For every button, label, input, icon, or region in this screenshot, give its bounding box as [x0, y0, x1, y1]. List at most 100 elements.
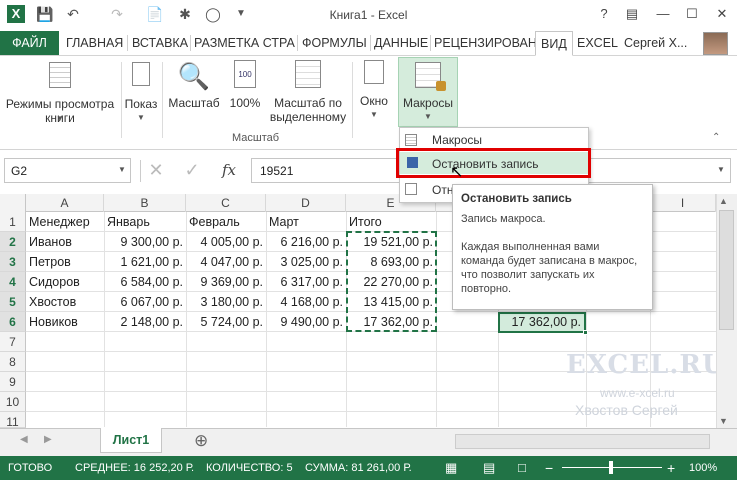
enter-icon[interactable]: ✓: [180, 158, 204, 183]
page-break-view-icon[interactable]: □: [518, 456, 526, 480]
cell-c3[interactable]: 4 047,00 р.: [186, 252, 266, 272]
cell-a6[interactable]: Новиков: [26, 312, 104, 332]
show-button[interactable]: Показ ▼: [124, 62, 158, 132]
maximize-button[interactable]: ☐: [680, 4, 704, 24]
zoom-in-icon[interactable]: +: [667, 456, 675, 480]
row-header-6[interactable]: 6: [0, 312, 26, 332]
status-count: КОЛИЧЕСТВО: 5: [206, 462, 293, 474]
row-header-8[interactable]: 8: [0, 352, 26, 372]
select-all-corner[interactable]: [0, 194, 26, 212]
cell-a1[interactable]: Менеджер: [26, 212, 104, 232]
tab-file[interactable]: ФАЙЛ: [0, 31, 59, 55]
cell-b1[interactable]: Январь: [104, 212, 186, 232]
row-header-5[interactable]: 5: [0, 292, 26, 312]
cell-a2[interactable]: Иванов: [26, 232, 104, 252]
cell-a3[interactable]: Петров: [26, 252, 104, 272]
row-header-2[interactable]: 2: [0, 232, 26, 252]
row-header-7[interactable]: 7: [0, 332, 26, 352]
tab-view[interactable]: ВИД: [535, 31, 573, 56]
insert-function-icon[interactable]: fx: [215, 158, 243, 183]
row-header-9[interactable]: 9: [0, 372, 26, 392]
cell-d1[interactable]: Март: [266, 212, 346, 232]
page-layout-view-icon[interactable]: ▤: [483, 456, 495, 480]
cell-b3[interactable]: 1 621,00 р.: [104, 252, 186, 272]
cell-d6[interactable]: 9 490,00 р.: [266, 312, 346, 332]
tab-excel[interactable]: EXCEL: [574, 31, 621, 55]
ribbon-display-icon[interactable]: ▤: [620, 4, 644, 24]
tooltip-title: Остановить запись: [461, 193, 572, 205]
zoom-to-selection-button[interactable]: Масштаб по выделенному: [268, 60, 348, 130]
cell-a5[interactable]: Хвостов: [26, 292, 104, 312]
zoom-100-button[interactable]: 100 100%: [226, 60, 264, 120]
cell-b6[interactable]: 2 148,00 р.: [104, 312, 186, 332]
scroll-up-icon[interactable]: ▲: [719, 196, 728, 206]
tab-insert[interactable]: ВСТАВКА: [129, 31, 191, 55]
status-average: СРЕДНЕЕ: 16 252,20 Р.: [75, 462, 195, 474]
tab-home[interactable]: ГЛАВНАЯ: [63, 31, 126, 55]
tab-data[interactable]: ДАННЫЕ: [371, 31, 431, 55]
relative-refs-icon: [405, 183, 417, 195]
watermark-author: Хвостов Сергей: [575, 402, 678, 418]
sheet-next-icon[interactable]: ▶: [44, 434, 52, 445]
horizontal-scrollbar[interactable]: [455, 434, 710, 449]
window-icon: [364, 60, 384, 84]
cell-d4[interactable]: 6 317,00 р.: [266, 272, 346, 292]
cell-b4[interactable]: 6 584,00 р.: [104, 272, 186, 292]
row-header-10[interactable]: 10: [0, 392, 26, 412]
cell-b2[interactable]: 9 300,00 р.: [104, 232, 186, 252]
cell-d2[interactable]: 6 216,00 р.: [266, 232, 346, 252]
row-header-1[interactable]: 1: [0, 212, 26, 232]
close-button[interactable]: ✕: [710, 4, 734, 24]
sheet-tab-list1[interactable]: Лист1: [100, 428, 162, 453]
fill-handle[interactable]: [583, 330, 588, 335]
minimize-button[interactable]: —: [651, 4, 675, 24]
cell-d3[interactable]: 3 025,00 р.: [266, 252, 346, 272]
cell-c5[interactable]: 3 180,00 р.: [186, 292, 266, 312]
tooltip-subtitle: Запись макроса.: [461, 213, 546, 225]
tab-page-layout[interactable]: РАЗМЕТКА СТРА: [191, 31, 298, 55]
zoom-button[interactable]: 🔍 Масштаб: [165, 60, 223, 120]
cell-b5[interactable]: 6 067,00 р.: [104, 292, 186, 312]
menu-item-macros[interactable]: Макросы: [432, 133, 482, 147]
cell-c4[interactable]: 9 369,00 р.: [186, 272, 266, 292]
row-header-4[interactable]: 4: [0, 272, 26, 292]
add-sheet-icon[interactable]: ⊕: [194, 431, 208, 451]
scroll-thumb[interactable]: [719, 210, 734, 330]
menu-item-relative[interactable]: Отн: [432, 183, 453, 197]
show-icon: [132, 62, 150, 86]
cell-c2[interactable]: 4 005,00 р.: [186, 232, 266, 252]
name-box[interactable]: G2: [4, 158, 131, 183]
column-header-c[interactable]: C: [186, 194, 266, 212]
column-header-d[interactable]: D: [266, 194, 346, 212]
zoom-100-label: 100%: [229, 96, 261, 110]
cell-g6[interactable]: 17 362,00 р.: [498, 312, 586, 333]
collapse-ribbon-icon[interactable]: ⌃: [712, 132, 720, 143]
row-header-3[interactable]: 3: [0, 252, 26, 272]
cell-c6[interactable]: 5 724,00 р.: [186, 312, 266, 332]
cell-c1[interactable]: Февраль: [186, 212, 266, 232]
cancel-icon[interactable]: ✕: [144, 158, 168, 183]
user-name[interactable]: Сергей Х...: [621, 31, 690, 55]
zoom-level[interactable]: 100%: [689, 456, 717, 480]
scroll-down-icon[interactable]: ▼: [719, 416, 728, 426]
window-button[interactable]: Окно ▼: [356, 60, 392, 130]
help-icon[interactable]: ?: [592, 4, 616, 24]
tooltip: Остановить запись Запись макроса. Каждая…: [452, 184, 653, 310]
zoom-to-selection-icon: [295, 60, 321, 88]
sheet-prev-icon[interactable]: ◀: [20, 434, 28, 445]
column-header-a[interactable]: A: [26, 194, 104, 212]
mouse-cursor-icon: ↖: [450, 164, 464, 181]
show-label: Показ: [124, 97, 158, 111]
tab-review[interactable]: РЕЦЕНЗИРОВАН: [431, 31, 540, 55]
zoom-out-icon[interactable]: −: [545, 456, 553, 480]
tab-formulas[interactable]: ФОРМУЛЫ: [299, 31, 370, 55]
column-header-b[interactable]: B: [104, 194, 186, 212]
cell-a4[interactable]: Сидоров: [26, 272, 104, 292]
cell-e1[interactable]: Итого: [346, 212, 436, 232]
row-header-11[interactable]: 11: [0, 412, 26, 429]
avatar[interactable]: [703, 32, 728, 55]
cell-d5[interactable]: 4 168,00 р.: [266, 292, 346, 312]
column-header-i[interactable]: I: [650, 194, 716, 212]
zoom-slider-thumb[interactable]: [609, 461, 613, 474]
normal-view-icon[interactable]: ▦: [445, 456, 457, 480]
